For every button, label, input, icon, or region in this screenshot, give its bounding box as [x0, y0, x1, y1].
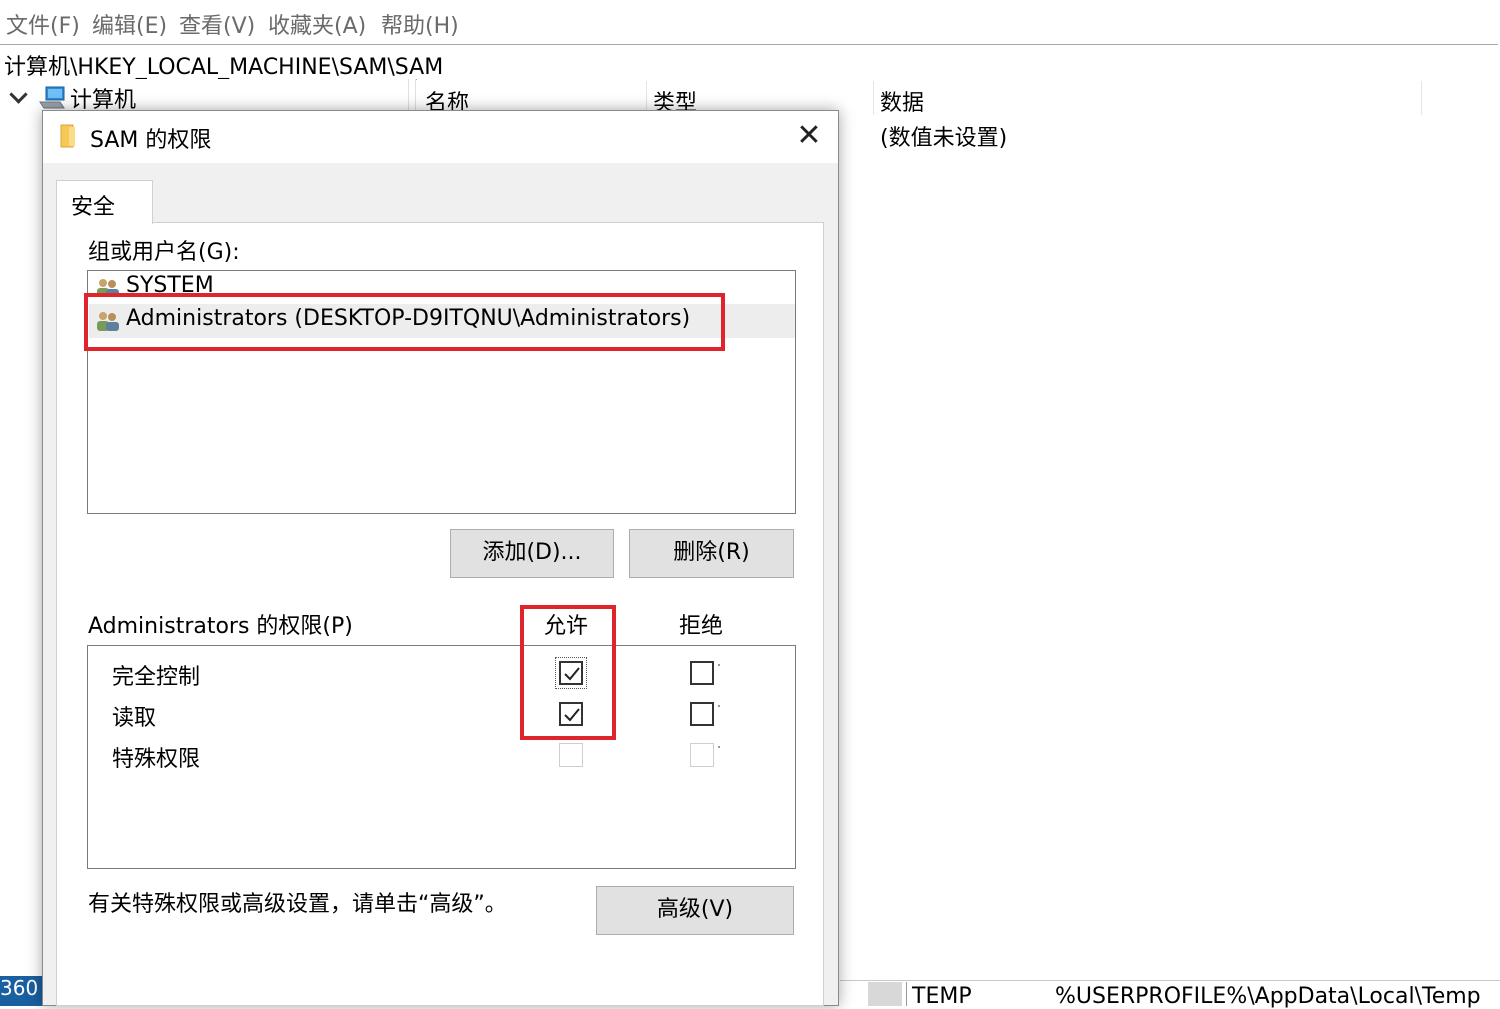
- dialog-title: SAM 的权限: [90, 128, 212, 153]
- deny-column-header: 拒绝: [679, 614, 724, 639]
- column-separator[interactable]: [1421, 81, 1422, 115]
- separator-dot: [718, 746, 720, 748]
- deny-checkbox[interactable]: [690, 702, 714, 726]
- scrollbar-thumb[interactable]: [868, 982, 902, 1006]
- deny-checkbox[interactable]: [690, 661, 714, 685]
- add-button[interactable]: 添加(D)...: [450, 529, 614, 578]
- address-path: 计算机\HKEY_LOCAL_MACHINE\SAM\SAM: [4, 55, 444, 80]
- value-data-cell[interactable]: (数值未设置): [880, 120, 1007, 152]
- groups-label: 组或用户名(G):: [88, 240, 240, 265]
- highlight-frame: [520, 605, 616, 740]
- separator-dot: [718, 664, 720, 666]
- column-separator: [906, 982, 907, 1006]
- permissions-label: Administrators 的权限(P): [88, 614, 353, 639]
- taskbar-fragment: 360: [0, 976, 44, 1006]
- address-bar[interactable]: 计算机\HKEY_LOCAL_MACHINE\SAM\SAM: [0, 44, 1498, 80]
- advanced-button[interactable]: 高级(V): [596, 886, 794, 935]
- value-row-name[interactable]: TEMP: [912, 984, 972, 1009]
- allow-checkbox: [559, 743, 583, 767]
- menu-edit[interactable]: 编辑(E): [92, 8, 167, 40]
- advanced-hint: 有关特殊权限或高级设置，请单击“高级”。: [88, 892, 507, 917]
- computer-icon: [38, 86, 66, 110]
- menu-view[interactable]: 查看(V): [179, 8, 255, 40]
- folder-icon: [60, 124, 76, 148]
- tab-security[interactable]: 安全: [56, 180, 153, 224]
- remove-button[interactable]: 删除(R): [629, 529, 794, 578]
- column-separator[interactable]: [873, 81, 874, 115]
- permission-name: 完全控制: [112, 665, 201, 690]
- menu-help[interactable]: 帮助(H): [381, 8, 459, 40]
- menu-favorites[interactable]: 收藏夹(A): [268, 8, 366, 40]
- menu-bar: 文件(F) 编辑(E) 查看(V) 收藏夹(A) 帮助(H): [0, 0, 1500, 44]
- column-data[interactable]: 数据: [880, 85, 924, 117]
- deny-checkbox: [690, 743, 714, 767]
- value-row-data[interactable]: %USERPROFILE%\AppData\Local\Temp: [1055, 984, 1481, 1009]
- menu-file[interactable]: 文件(F): [6, 8, 80, 40]
- permission-name: 特殊权限: [112, 747, 201, 772]
- close-icon[interactable]: ✕: [792, 118, 826, 154]
- separator-dot: [718, 705, 720, 707]
- taskbar-fragment-text: 360: [0, 976, 39, 1000]
- permission-name: 读取: [112, 706, 157, 731]
- tab-security-label: 安全: [71, 195, 116, 220]
- highlight-frame: [84, 293, 725, 351]
